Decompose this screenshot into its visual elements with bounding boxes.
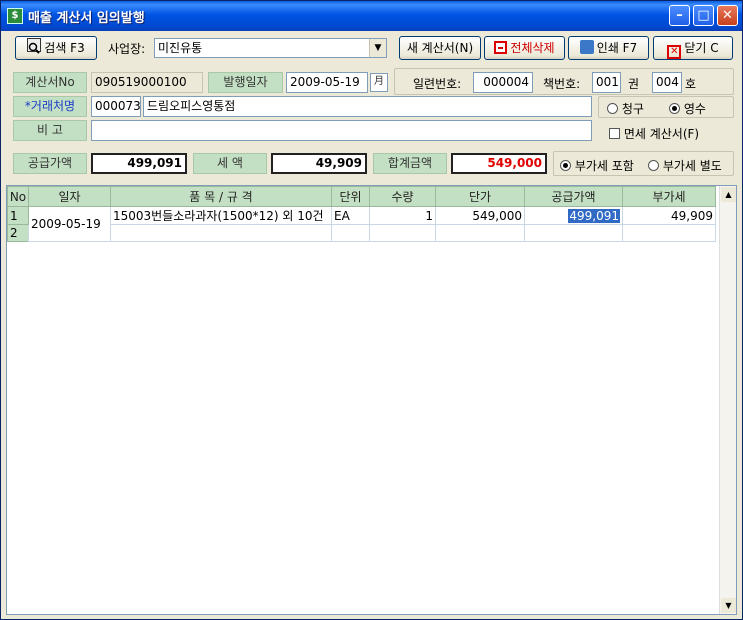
- title-bar[interactable]: $ 매출 계산서 임의발행 – □ ✕: [1, 1, 742, 31]
- book-field[interactable]: 001: [592, 72, 621, 93]
- calendar-icon[interactable]: 月: [370, 73, 388, 92]
- search-button-label: 검색 F3: [44, 41, 85, 55]
- row-price[interactable]: 549,000: [435, 206, 525, 225]
- item-grid[interactable]: No 일자 품 목 / 규 격 단위 수량 단가 공급가액 부가세 1 2009…: [6, 185, 737, 615]
- supply-label: 공급가액: [13, 153, 87, 174]
- client-name-field[interactable]: 드림오피스영통점: [143, 96, 592, 117]
- row-no: 2: [7, 224, 29, 242]
- receipt-label: 영수: [683, 102, 706, 116]
- delete-all-button[interactable]: 전체삭제: [484, 36, 565, 60]
- claim-radio[interactable]: 청구: [607, 100, 644, 117]
- col-header-item[interactable]: 품 목 / 규 격: [110, 186, 332, 207]
- taxfree-checkbox[interactable]: 면세 계산서(F): [609, 125, 699, 142]
- memo-field[interactable]: [91, 120, 592, 141]
- site-label: 사업장:: [108, 42, 146, 56]
- chevron-down-icon[interactable]: ▼: [369, 39, 386, 57]
- volume-label: 권: [628, 77, 640, 91]
- taxfree-checkbox-box[interactable]: [609, 128, 620, 139]
- client-label: *거래처명: [13, 96, 87, 117]
- total-label: 합계금액: [373, 153, 447, 174]
- item-table: No 일자 품 목 / 규 격 단위 수량 단가 공급가액 부가세 1 2009…: [7, 186, 716, 242]
- client-code-field[interactable]: 000073: [91, 96, 141, 117]
- print-button[interactable]: 인쇄 F7: [568, 36, 649, 60]
- table-header-row: No 일자 품 목 / 규 격 단위 수량 단가 공급가액 부가세: [7, 186, 716, 207]
- issue-date-field[interactable]: 2009-05-19: [286, 72, 368, 93]
- tax-label: 세 액: [193, 153, 267, 174]
- row-price[interactable]: [435, 224, 525, 242]
- table-row[interactable]: 1 2009-05-19 15003번들소라과자(1500*12) 외 10건 …: [7, 206, 716, 242]
- vat-include-radio[interactable]: 부가세 포함: [560, 157, 634, 174]
- vat-separate-label: 부가세 별도: [662, 159, 722, 173]
- close-window-button[interactable]: ✕: [717, 5, 738, 26]
- site-select[interactable]: 미진유통 ▼: [154, 38, 387, 58]
- row-date[interactable]: 2009-05-19: [28, 206, 111, 242]
- vat-include-radio-button[interactable]: [560, 160, 571, 171]
- total-value: 549,000: [451, 153, 547, 174]
- claim-label: 청구: [621, 102, 644, 116]
- ho-field[interactable]: 004: [652, 72, 682, 93]
- vertical-scrollbar[interactable]: ▲ ▼: [719, 186, 736, 614]
- row-supply[interactable]: [524, 224, 623, 242]
- delete-all-label: 전체삭제: [510, 41, 555, 55]
- taxfree-label: 면세 계산서(F): [623, 127, 700, 141]
- tax-value: 49,909: [271, 153, 367, 174]
- ho-label: 호: [685, 77, 697, 91]
- row-qty[interactable]: 1: [369, 206, 436, 225]
- row-item[interactable]: 15003번들소라과자(1500*12) 외 10건: [110, 206, 332, 225]
- close-label: 닫기 C: [684, 41, 719, 55]
- col-header-vat[interactable]: 부가세: [622, 186, 716, 207]
- col-header-supply[interactable]: 공급가액: [524, 186, 623, 207]
- claim-radio-button[interactable]: [607, 103, 618, 114]
- scroll-up-icon[interactable]: ▲: [721, 187, 736, 202]
- col-header-no[interactable]: No: [7, 186, 29, 207]
- table-row[interactable]: 2: [7, 224, 716, 242]
- maximize-button[interactable]: □: [693, 5, 714, 26]
- printer-icon: [579, 40, 594, 54]
- row-unit[interactable]: [331, 224, 370, 242]
- receipt-radio[interactable]: 영수: [669, 100, 706, 117]
- row-no: 1: [7, 206, 29, 225]
- col-header-qty[interactable]: 수량: [369, 186, 436, 207]
- issue-date-label: 발행일자: [208, 72, 283, 93]
- col-header-unit[interactable]: 단위: [331, 186, 370, 207]
- invoice-no-label: 계산서No: [13, 72, 87, 93]
- row-unit[interactable]: EA: [331, 206, 370, 225]
- minus-icon: [494, 41, 508, 54]
- row-vat[interactable]: [622, 224, 716, 242]
- close-icon: ✕: [667, 45, 682, 59]
- memo-label: 비 고: [13, 120, 87, 141]
- invoice-no-field: 090519000100: [91, 72, 203, 93]
- search-button[interactable]: 검색 F3: [15, 36, 97, 60]
- search-icon: [27, 38, 42, 54]
- app-icon: $: [7, 8, 23, 24]
- window: $ 매출 계산서 임의발행 – □ ✕ 검색 F3 사업장: 미진유통 ▼ 새 …: [0, 0, 743, 620]
- row-item[interactable]: [110, 224, 332, 242]
- row-vat[interactable]: 49,909: [622, 206, 716, 225]
- vat-separate-radio[interactable]: 부가세 별도: [648, 157, 722, 174]
- receipt-radio-button[interactable]: [669, 103, 680, 114]
- scroll-down-icon[interactable]: ▼: [721, 598, 736, 613]
- serial-field[interactable]: 000004: [473, 72, 533, 93]
- supply-value: 499,091: [91, 153, 187, 174]
- col-header-date[interactable]: 일자: [28, 186, 111, 207]
- print-label: 인쇄 F7: [596, 41, 638, 55]
- book-label: 책번호:: [543, 77, 581, 91]
- serial-label: 일련번호:: [413, 77, 462, 91]
- vat-include-label: 부가세 포함: [574, 159, 634, 173]
- new-invoice-button[interactable]: 새 계산서(N): [399, 36, 481, 60]
- minimize-button[interactable]: –: [669, 5, 690, 26]
- col-header-price[interactable]: 단가: [435, 186, 525, 207]
- row-qty[interactable]: [369, 224, 436, 242]
- close-button[interactable]: ✕ 닫기 C: [653, 36, 733, 60]
- site-select-value: 미진유통: [158, 41, 203, 55]
- window-title: 매출 계산서 임의발행: [28, 11, 145, 26]
- row-supply[interactable]: 499,091: [568, 208, 620, 223]
- vat-separate-radio-button[interactable]: [648, 160, 659, 171]
